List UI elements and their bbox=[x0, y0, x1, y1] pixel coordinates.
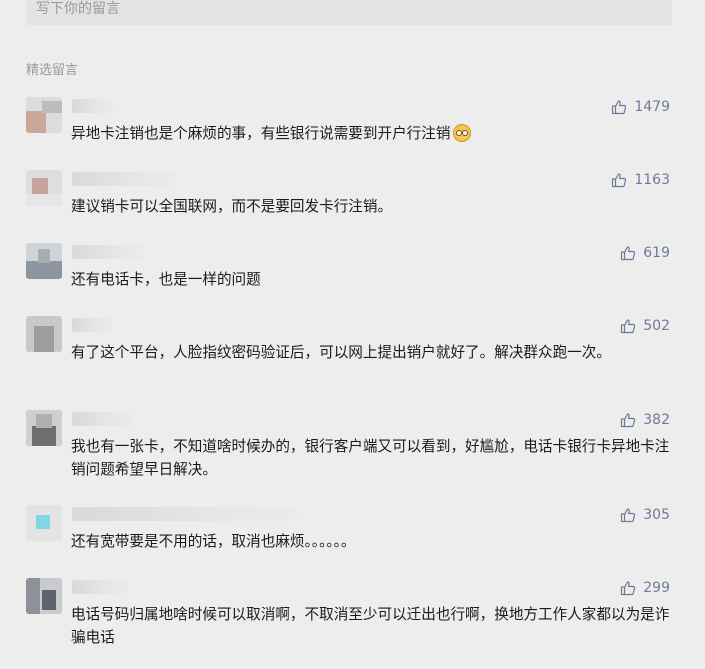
avatar[interactable] bbox=[26, 410, 62, 446]
nickname[interactable] bbox=[72, 507, 298, 521]
thumbs-up-icon bbox=[612, 173, 627, 188]
thumbs-up-icon bbox=[621, 246, 636, 261]
like-button[interactable]: 305 bbox=[620, 507, 670, 523]
thumbs-up-icon bbox=[621, 413, 636, 428]
like-count: 299 bbox=[643, 580, 670, 596]
like-button[interactable]: 299 bbox=[620, 580, 670, 596]
like-count: 619 bbox=[643, 245, 670, 261]
avatar[interactable] bbox=[26, 170, 62, 206]
like-button[interactable]: 1163 bbox=[611, 172, 670, 188]
avatar[interactable] bbox=[26, 97, 62, 133]
thumbs-up-icon bbox=[621, 581, 636, 596]
avatar[interactable] bbox=[26, 316, 62, 352]
like-button[interactable]: 619 bbox=[620, 245, 670, 261]
like-count: 1163 bbox=[634, 172, 670, 188]
comment-text: 我也有一张卡，不知道啥时候办的，银行客户端又可以看到，好尴尬，电话卡银行卡异地卡… bbox=[71, 438, 670, 478]
comment-text: 建议销卡可以全国联网，而不是要回发卡行注销。 bbox=[71, 198, 393, 215]
avatar[interactable] bbox=[26, 578, 62, 614]
thumbs-up-icon bbox=[621, 508, 636, 523]
flushed-face-emoji-icon bbox=[453, 124, 472, 142]
comment-input-placeholder: 写下你的留言 bbox=[36, 1, 120, 17]
comment-text: 还有电话卡，也是一样的问题 bbox=[71, 271, 261, 288]
comment-text: 电话号码归属地啥时候可以取消啊，不取消至少可以迁出也行啊，换地方工作人家都以为是… bbox=[71, 606, 670, 646]
avatar[interactable] bbox=[26, 505, 62, 541]
nickname[interactable] bbox=[72, 172, 176, 186]
section-title: 精选留言 bbox=[26, 63, 79, 78]
thumbs-up-icon bbox=[612, 100, 627, 115]
nickname[interactable] bbox=[72, 412, 134, 426]
nickname[interactable] bbox=[72, 99, 114, 113]
comment-text: 有了这个平台，人脸指纹密码验证后，可以网上提出销户就好了。解决群众跑一次。 bbox=[71, 344, 611, 361]
comment-input[interactable]: 写下你的留言 bbox=[26, 0, 672, 25]
nickname[interactable] bbox=[72, 245, 144, 259]
comment-text: 异地卡注销也是个麻烦的事，有些银行说需要到开户行注销 bbox=[71, 122, 671, 145]
like-button[interactable]: 382 bbox=[620, 412, 670, 428]
nickname[interactable] bbox=[72, 580, 128, 594]
avatar[interactable] bbox=[26, 243, 62, 279]
like-count: 305 bbox=[643, 507, 670, 523]
like-count: 1479 bbox=[634, 99, 670, 115]
like-button[interactable]: 502 bbox=[620, 318, 670, 334]
thumbs-up-icon bbox=[621, 319, 636, 334]
like-button[interactable]: 1479 bbox=[611, 99, 670, 115]
like-count: 382 bbox=[643, 412, 670, 428]
nickname[interactable] bbox=[72, 318, 112, 332]
comment-text: 还有宽带要是不用的话，取消也麻烦。。。。。。 bbox=[71, 533, 356, 550]
like-count: 502 bbox=[643, 318, 670, 334]
